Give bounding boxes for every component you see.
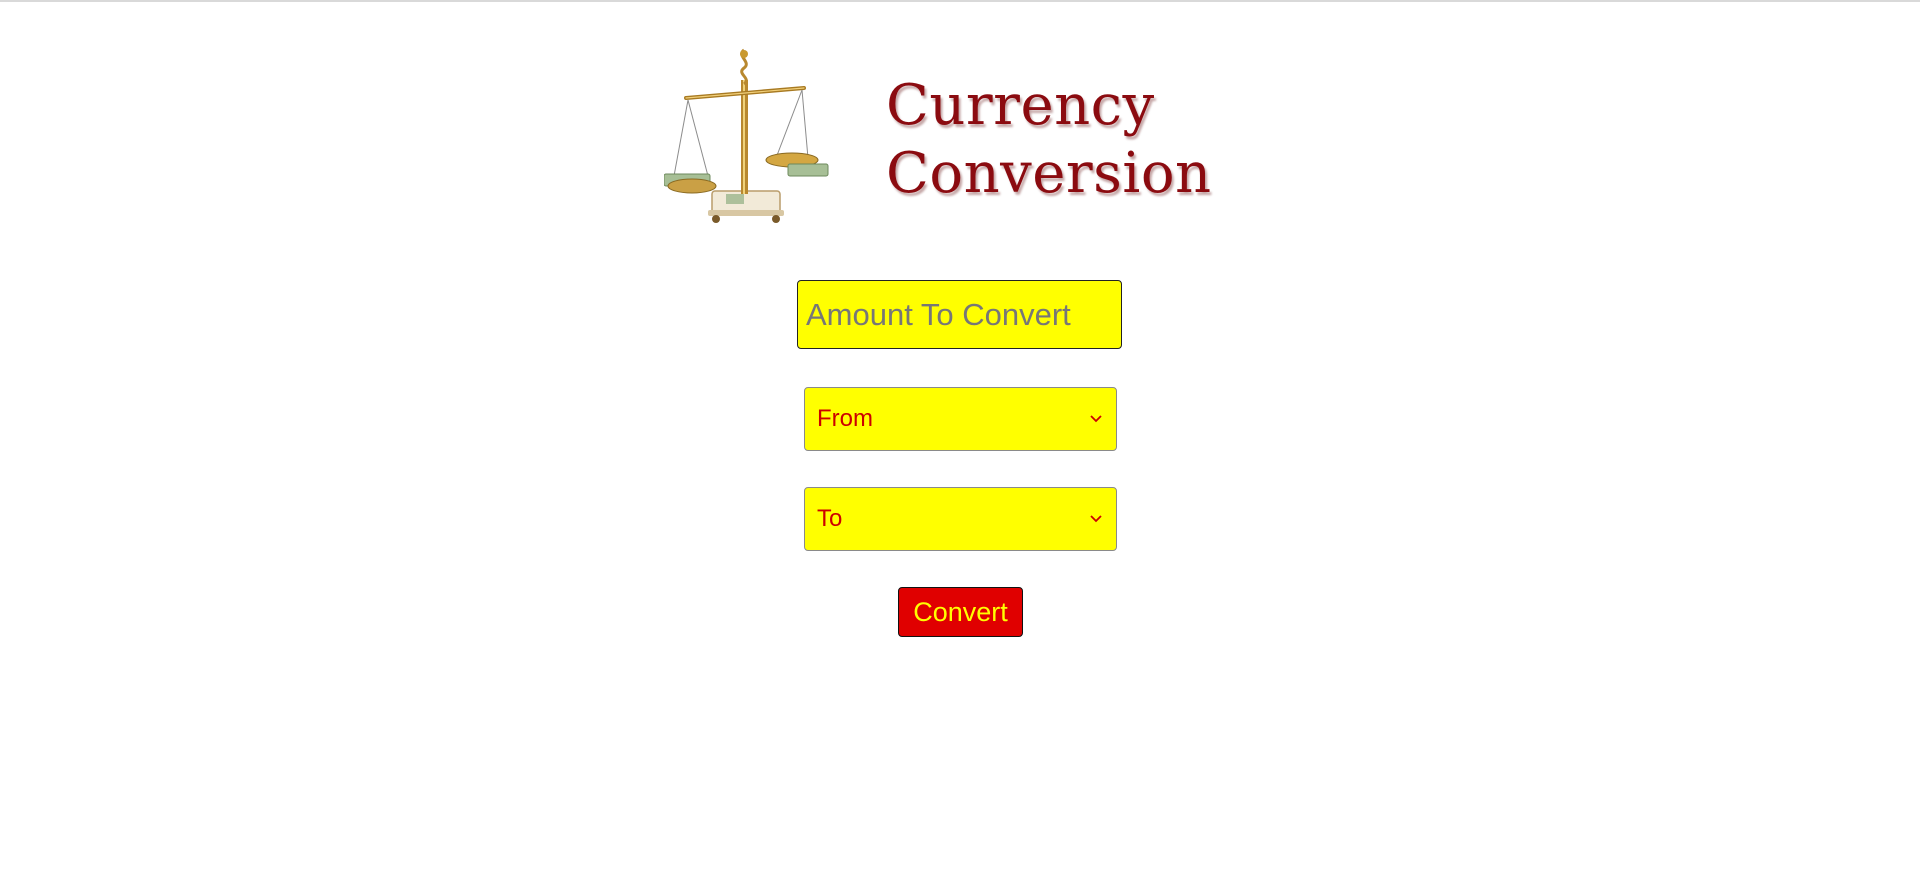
to-currency-select[interactable]: To — [804, 487, 1117, 551]
from-select-label: From — [817, 405, 873, 432]
balance-scale-with-money-icon — [664, 48, 829, 223]
chevron-down-icon — [1088, 411, 1104, 427]
convert-button[interactable]: Convert — [898, 587, 1023, 637]
page: Currency Conversion From To Convert — [0, 0, 1920, 887]
page-title: Currency Conversion — [886, 72, 1212, 208]
from-currency-select[interactable]: From — [804, 387, 1117, 451]
amount-input[interactable] — [797, 280, 1122, 349]
top-divider — [0, 0, 1920, 2]
title-line-1: Currency — [886, 73, 1155, 138]
title-line-2: Conversion — [886, 141, 1212, 206]
to-select-label: To — [817, 505, 843, 532]
chevron-down-icon — [1088, 511, 1104, 527]
header: Currency Conversion — [664, 48, 1211, 228]
